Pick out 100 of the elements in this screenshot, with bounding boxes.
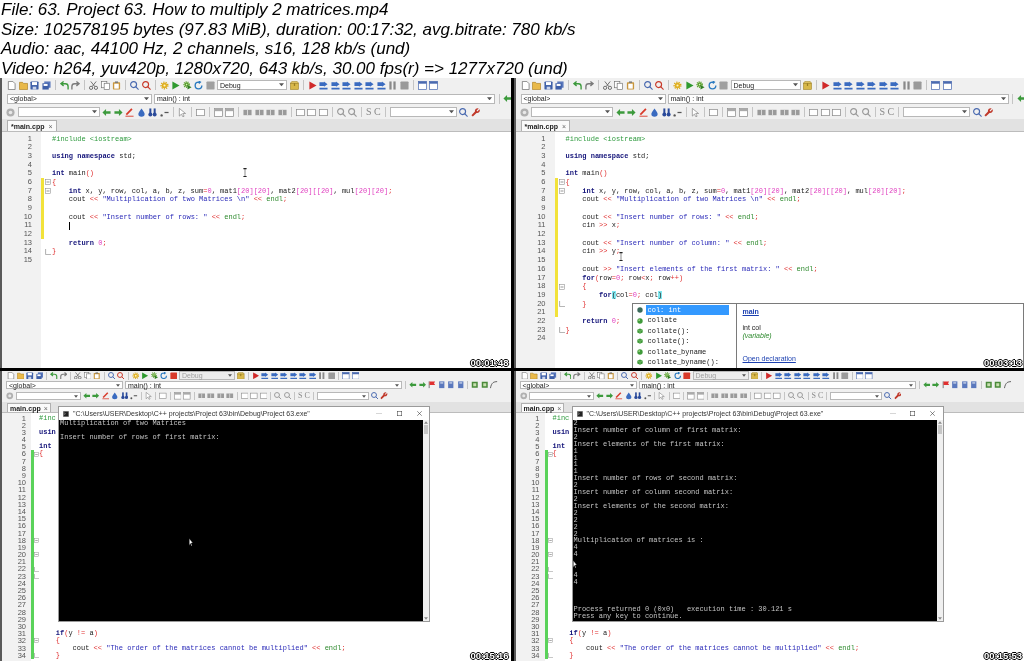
copy-icon[interactable] <box>597 371 605 380</box>
save-all-icon[interactable] <box>555 80 564 90</box>
arrow-bar-icon[interactable] <box>342 80 351 90</box>
caret-icon[interactable] <box>741 374 746 377</box>
wrench-icon[interactable] <box>380 392 388 400</box>
fold-toggle-icon[interactable] <box>547 451 553 457</box>
binoculars-icon[interactable] <box>148 107 157 117</box>
undo-icon[interactable] <box>573 80 582 90</box>
pointer-icon[interactable] <box>691 107 700 117</box>
caret-icon[interactable] <box>279 83 284 87</box>
caret-icon[interactable] <box>1000 96 1006 101</box>
copy-icon[interactable] <box>83 371 91 380</box>
book-icon[interactable] <box>970 381 978 389</box>
new-file-icon[interactable] <box>520 80 530 90</box>
window-icon[interactable] <box>865 371 873 380</box>
scrollbar[interactable] <box>936 420 943 621</box>
save-icon[interactable] <box>26 371 34 380</box>
redo-icon[interactable] <box>573 371 581 380</box>
fold-toggle-icon[interactable] <box>547 552 553 558</box>
arrow-bar-icon[interactable] <box>867 80 876 90</box>
pen-icon[interactable] <box>638 107 648 117</box>
arrow-right-icon[interactable] <box>113 107 123 117</box>
caret-icon[interactable] <box>605 110 610 114</box>
fold-toggle-icon[interactable] <box>558 179 565 186</box>
zoom-out-icon[interactable] <box>348 107 357 117</box>
box-icon[interactable] <box>750 371 758 380</box>
panel-icon[interactable] <box>696 392 704 400</box>
save-icon[interactable] <box>539 371 547 380</box>
stop-icon[interactable] <box>719 80 728 90</box>
scissors-icon[interactable] <box>89 80 98 90</box>
scrollbar-thumb[interactable] <box>424 425 428 434</box>
play-icon[interactable] <box>821 80 830 90</box>
scroll-down-icon[interactable] <box>937 617 942 620</box>
search-icon[interactable] <box>370 392 379 400</box>
arrow-bar-icon[interactable] <box>365 80 374 90</box>
search-replace-icon[interactable] <box>117 371 125 380</box>
square-icon[interactable] <box>984 381 992 389</box>
gear-icon[interactable] <box>159 80 169 90</box>
arrow-bar-icon[interactable] <box>353 80 363 90</box>
panel-icon[interactable] <box>727 107 736 117</box>
search-icon[interactable] <box>972 107 982 117</box>
pause-icon[interactable] <box>831 371 839 380</box>
clipboard-icon[interactable] <box>625 80 635 90</box>
box-icon[interactable] <box>237 371 245 380</box>
arrow-bar-icon[interactable] <box>308 371 316 380</box>
fold-toggle-icon[interactable] <box>45 187 51 194</box>
scissors-icon[interactable] <box>74 371 82 380</box>
panel-icon[interactable] <box>687 392 695 400</box>
play-icon[interactable] <box>141 371 149 380</box>
fold-toggle-icon[interactable] <box>34 537 39 543</box>
fold-toggle-icon[interactable] <box>547 638 553 644</box>
search-replace-icon[interactable] <box>141 80 151 90</box>
arrow-bar-icon[interactable] <box>784 371 792 380</box>
refresh-icon[interactable] <box>160 371 168 380</box>
caret-icon[interactable] <box>395 383 399 387</box>
window-icon[interactable] <box>855 371 863 380</box>
arrow-bar-icon[interactable] <box>774 371 782 380</box>
new-file-icon[interactable] <box>520 371 528 380</box>
arrow-right-icon[interactable] <box>605 392 613 400</box>
pause-icon[interactable] <box>388 80 397 90</box>
refresh-icon[interactable] <box>707 80 717 90</box>
ring-icon[interactable] <box>6 107 15 117</box>
arrow-left-icon[interactable] <box>615 107 625 117</box>
pen-icon[interactable] <box>615 392 623 400</box>
columns-icon[interactable] <box>266 107 275 117</box>
fold-toggle-icon[interactable] <box>34 638 39 644</box>
frame-icon[interactable] <box>159 392 167 400</box>
arrow-right-icon[interactable] <box>92 392 100 400</box>
maximize-icon[interactable] <box>396 411 402 416</box>
redo-icon[interactable] <box>59 371 67 380</box>
caret-icon[interactable] <box>487 96 492 101</box>
columns-icon[interactable] <box>226 392 234 400</box>
arrow-bar-icon[interactable] <box>299 371 307 380</box>
columns-icon[interactable] <box>254 107 264 117</box>
ring-icon[interactable] <box>6 392 14 400</box>
redo-icon[interactable] <box>584 80 594 90</box>
drop-icon[interactable] <box>650 107 659 117</box>
frame-icon[interactable] <box>709 107 718 117</box>
combo-field[interactable] <box>17 107 100 117</box>
stop-icon[interactable] <box>841 371 849 380</box>
book-icon[interactable] <box>960 381 968 389</box>
combo-field[interactable] <box>15 392 81 400</box>
undo-icon[interactable] <box>50 371 58 380</box>
caret-icon[interactable] <box>875 394 880 398</box>
save-icon[interactable] <box>543 80 553 90</box>
book-icon[interactable] <box>447 381 455 389</box>
scrollbar[interactable] <box>423 420 429 621</box>
stop-icon[interactable] <box>169 371 177 380</box>
columns-icon[interactable] <box>243 107 252 117</box>
undo-icon[interactable] <box>563 371 571 380</box>
caret-icon[interactable] <box>587 394 591 398</box>
window-icon[interactable] <box>942 80 952 90</box>
search-icon[interactable] <box>107 371 115 380</box>
combo-field[interactable] <box>389 107 457 117</box>
gear-icon[interactable] <box>645 371 653 380</box>
wrench-icon[interactable] <box>984 107 994 117</box>
panel-icon[interactable] <box>173 392 181 400</box>
stop-icon[interactable] <box>205 80 215 90</box>
caret-icon[interactable] <box>962 110 968 114</box>
fold-toggle-icon[interactable] <box>547 537 553 543</box>
